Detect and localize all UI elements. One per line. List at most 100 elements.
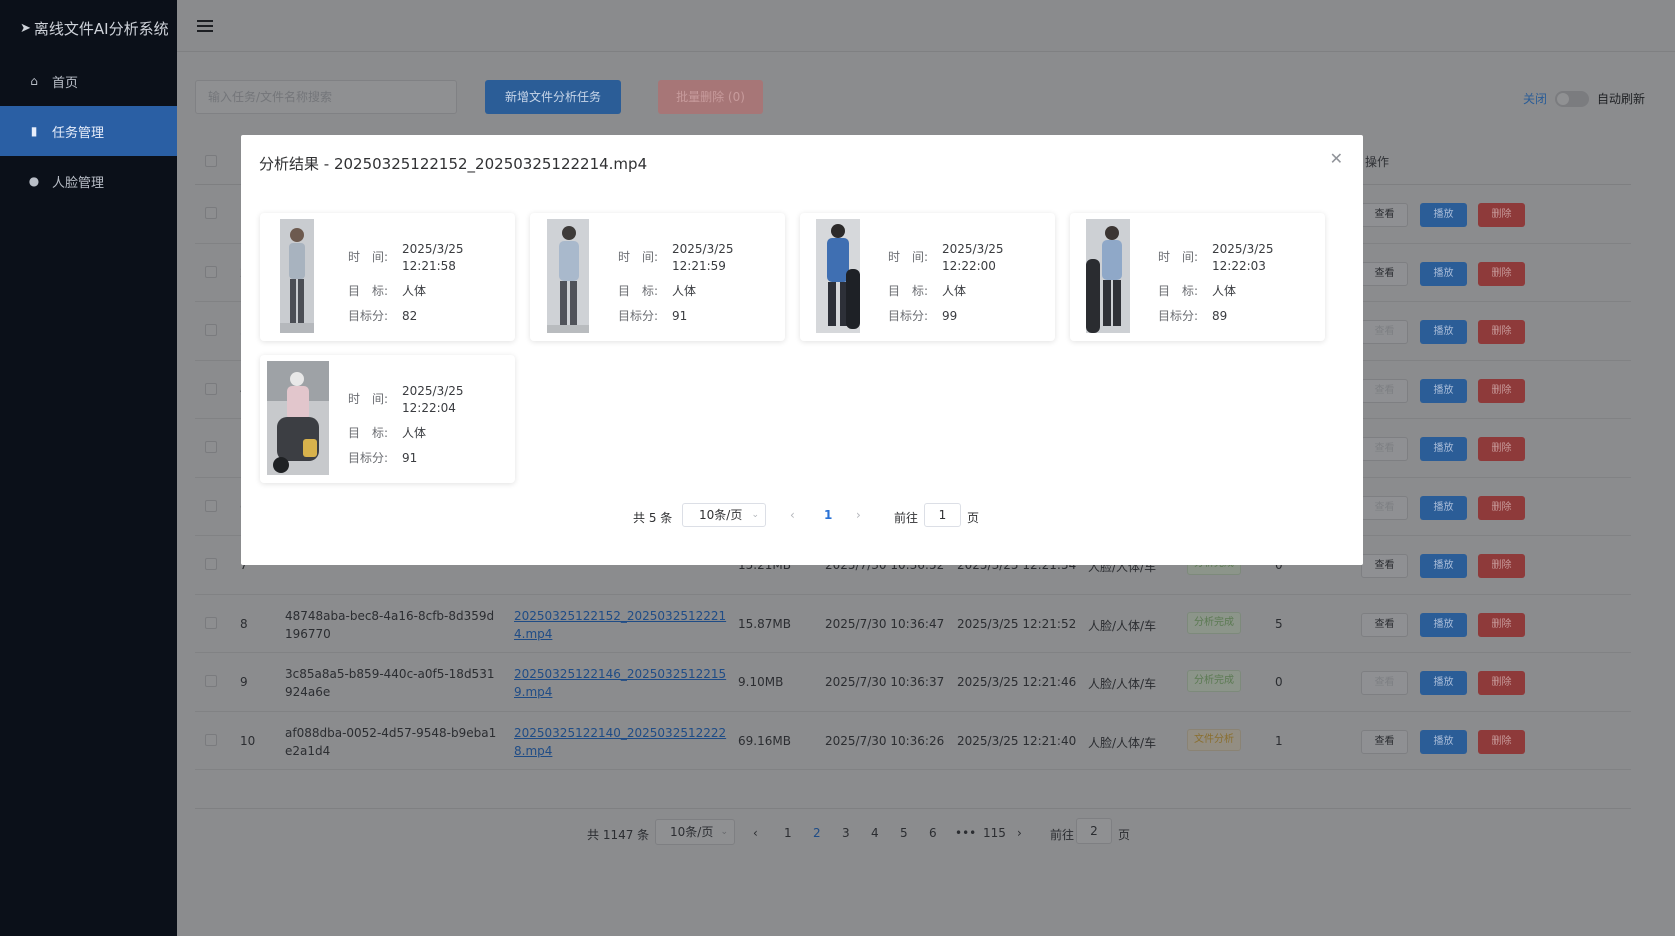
auto-refresh-toggle[interactable] [1554,90,1589,107]
prev-page-button[interactable]: ‹ [753,826,758,840]
result-card[interactable]: 时 间: 2025/3/25 12:22:00 目 标: 人体 目标分: 99 [800,213,1055,341]
delete-button[interactable]: 删除 [1478,320,1525,344]
delete-button[interactable]: 删除 [1478,495,1525,520]
file-name-link[interactable]: 20250325122146_20250325122159.mp4 [514,665,734,701]
result-info: 时 间: 2025/3/25 12:22:03 目 标: 人体 目标分: 89 [1158,241,1274,333]
row-checkbox[interactable] [205,616,217,629]
sidebar-item-home[interactable]: ⌂ 首页 [0,56,177,106]
result-target: 人体 [672,284,697,298]
select-all-checkbox[interactable] [205,155,217,167]
view-button[interactable]: 查看 [1361,203,1408,227]
play-button[interactable]: 播放 [1420,378,1467,403]
paper-plane-icon: ➤ [20,20,31,36]
row-checkbox[interactable] [205,207,217,219]
user-icon: ● [28,174,40,188]
page-number[interactable]: 1 [784,826,792,840]
delete-button[interactable]: 删除 [1478,729,1525,754]
page-number[interactable]: 3 [842,826,850,840]
row-checkbox[interactable] [205,265,217,278]
delete-button[interactable]: 删除 [1478,554,1525,578]
view-button[interactable]: 查看 [1361,320,1408,344]
delete-button[interactable]: 删除 [1478,612,1525,637]
result-card[interactable]: 时 间: 2025/3/25 12:21:59 目 标: 人体 目标分: 91 [530,213,785,341]
result-card[interactable]: 时 间: 2025/3/25 12:21:58 目 标: 人体 目标分: 82 [260,213,515,341]
page-number[interactable]: 6 [929,826,937,840]
result-thumbnail[interactable] [1086,219,1130,333]
time-key: 时 间: [348,250,389,264]
play-button[interactable]: 播放 [1420,671,1467,695]
result-thumbnail[interactable] [547,219,589,333]
page-number-current[interactable]: 1 [824,508,832,522]
prev-page-button[interactable]: ‹ [790,508,795,522]
result-score: 99 [942,309,958,323]
record-time: 2025/3/25 12:21:46 [957,675,1077,689]
page-number[interactable]: 4 [871,826,879,840]
view-button[interactable]: 查看 [1361,671,1408,695]
file-name-link[interactable]: 20250325122140_20250325122228.mp4 [514,724,734,760]
delete-button[interactable]: 删除 [1478,437,1525,461]
sidebar-item-tasks[interactable]: ▮ 任务管理 [0,106,177,156]
play-button[interactable]: 播放 [1420,203,1467,227]
goto-label: 前往 [894,511,919,525]
task-pagination: 共 1147 条 10条/页 ⌄ ‹ 1 2 3 4 5 6 ••• 115 ›… [177,816,1675,852]
play-button[interactable]: 播放 [1420,261,1467,286]
view-button[interactable]: 查看 [1361,437,1408,461]
play-button[interactable]: 播放 [1420,554,1467,578]
row-checkbox[interactable] [205,733,217,746]
play-button[interactable]: 播放 [1420,495,1467,520]
view-button[interactable]: 查看 [1361,261,1408,286]
delete-button[interactable]: 删除 [1478,378,1525,403]
target-key: 目 标: [348,284,389,298]
result-thumbnail[interactable] [280,219,314,333]
row-checkbox[interactable] [205,558,217,570]
sidebar: ➤ 离线文件AI分析系统 ⌂ 首页 ▮ 任务管理 ● 人脸管理 [0,0,177,936]
view-button[interactable]: 查看 [1361,554,1408,578]
result-target-row: 目 标: 人体 [1158,283,1274,300]
operations-header: 操作 [1365,155,1390,169]
batch-delete-button[interactable]: 批量删除 (0) [658,80,763,114]
next-page-button[interactable]: › [856,508,861,522]
result-card[interactable]: 时 间: 2025/3/25 12:22:03 目 标: 人体 目标分: 89 [1070,213,1325,341]
play-button[interactable]: 播放 [1420,320,1467,344]
page-size-select[interactable]: 10条/页 ⌄ [655,819,735,845]
sidebar-item-faces[interactable]: ● 人脸管理 [0,156,177,206]
next-page-button[interactable]: › [1017,826,1022,840]
play-button[interactable]: 播放 [1420,437,1467,461]
row-checkbox[interactable] [205,499,217,512]
view-button[interactable]: 查看 [1361,612,1408,637]
result-thumbnail[interactable] [816,219,860,333]
view-button[interactable]: 查看 [1361,729,1408,754]
play-button[interactable]: 播放 [1420,612,1467,637]
goto-page-input[interactable]: 1 [924,503,961,527]
goto-page-input[interactable]: 2 [1076,818,1112,844]
page-number[interactable]: 5 [900,826,908,840]
row-checkbox[interactable] [205,441,217,453]
page-number-last[interactable]: 115 [983,826,1006,840]
file-name-link[interactable]: 20250325122152_20250325122214.mp4 [514,607,734,643]
result-time-row: 时 间: 2025/3/25 12:22:04 [348,383,464,417]
row-checkbox[interactable] [205,382,217,395]
view-button[interactable]: 查看 [1361,495,1408,520]
delete-button[interactable]: 删除 [1478,203,1525,227]
result-date: 2025/3/25 [402,242,464,256]
app-brand[interactable]: ➤ 离线文件AI分析系统 [0,0,177,56]
result-thumbnail[interactable] [267,361,329,475]
result-card[interactable]: 时 间: 2025/3/25 12:22:04 目 标: 人体 目标分: 91 [260,355,515,483]
result-date: 2025/3/25 [402,384,464,398]
menu-toggle-icon[interactable] [197,19,213,32]
row-checkbox[interactable] [205,675,217,687]
row-checkbox[interactable] [205,324,217,336]
page-number-current[interactable]: 2 [813,826,821,840]
time-key: 时 间: [888,250,929,264]
more-pages-ellipsis[interactable]: ••• [955,826,976,840]
delete-button[interactable]: 删除 [1478,261,1525,286]
new-task-button[interactable]: 新增文件分析任务 [485,80,621,114]
play-button[interactable]: 播放 [1420,729,1467,754]
result-page-size-select[interactable]: 10条/页 ⌄ [682,503,766,527]
view-button[interactable]: 查看 [1361,378,1408,403]
delete-button[interactable]: 删除 [1478,671,1525,695]
sidebar-item-label: 任务管理 [52,125,105,141]
result-score-row: 目标分: 99 [888,308,1004,325]
close-icon[interactable]: ✕ [1330,149,1343,168]
search-input[interactable]: 输入任务/文件名称搜索 [195,80,457,114]
